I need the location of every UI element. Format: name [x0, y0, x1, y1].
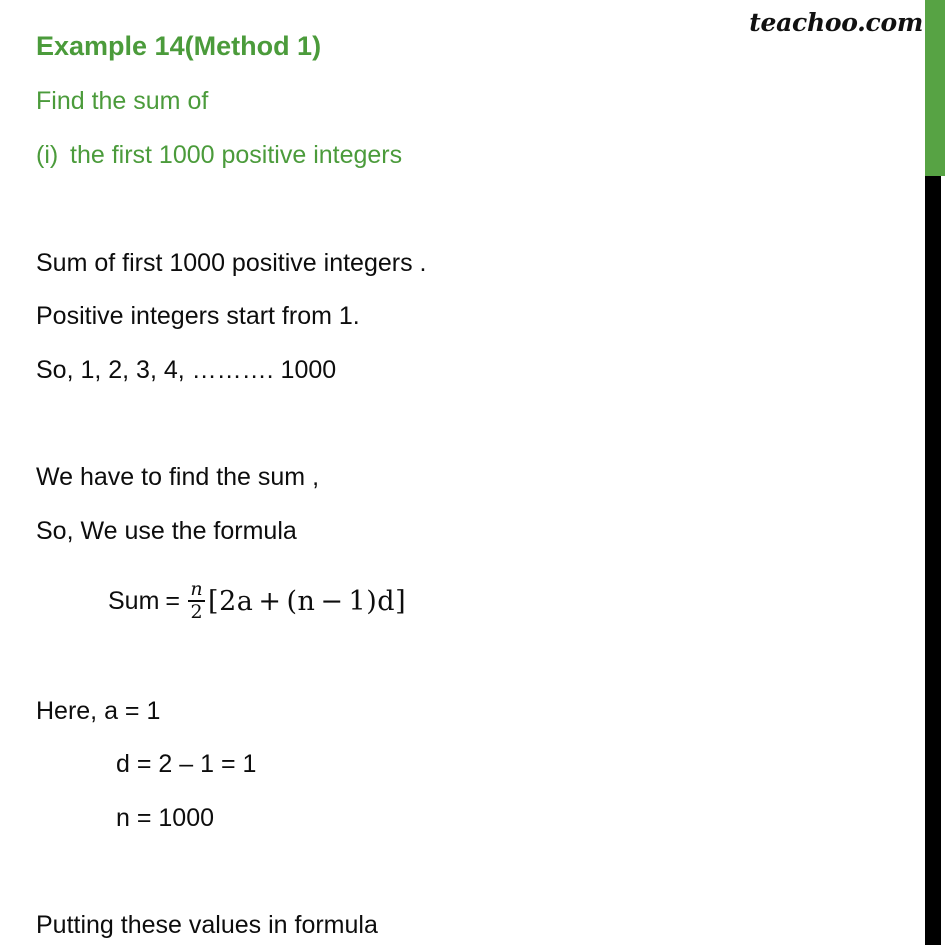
question-item-marker: (i)	[36, 141, 59, 169]
solution-line-3: So, 1, 2, 3, 4, ………. 1000	[36, 356, 337, 384]
solution-line-9: Putting these values in formula	[36, 911, 378, 939]
formula-denominator: 2	[190, 600, 203, 623]
solution-line-4: We have to find the sum ,	[36, 463, 320, 491]
formula-label: Sum	[108, 587, 160, 616]
question-item-i: (i) the first 1000 positive integers	[36, 143, 402, 168]
formula-minus: −	[320, 586, 344, 618]
formula-close-paren: )	[366, 586, 378, 618]
formula-open-paren: (	[286, 586, 298, 618]
given-value-d: d = 2 – 1 = 1	[116, 750, 257, 778]
formula-numerator: n	[190, 578, 203, 600]
solution-line-2: Positive integers start from 1.	[36, 302, 360, 330]
teachoo-watermark: teachoo.com	[749, 8, 923, 37]
page-title: Example 14(Method 1)	[36, 31, 322, 61]
question-item-text: the first 1000 positive integers	[70, 141, 403, 169]
given-value-a: Here, a = 1	[36, 697, 161, 725]
given-value-n: n = 1000	[116, 804, 215, 832]
formula-plus: +	[258, 586, 282, 618]
solution-line-1: Sum of first 1000 positive integers .	[36, 249, 427, 277]
formula-term-2a: 2a	[219, 586, 254, 618]
formula-var-n: n	[297, 586, 316, 618]
formula-var-d: d	[377, 586, 396, 618]
sum-formula: Sum = n 2 [2a +(n −1) d]	[108, 578, 407, 623]
slide-canvas: teachoo.com Example 14(Method 1) Find th…	[0, 0, 945, 945]
question-prompt: Find the sum of	[36, 87, 209, 115]
right-edge-green-bar	[925, 0, 945, 176]
formula-close-bracket: ]	[395, 586, 407, 618]
formula-fraction: n 2	[188, 578, 206, 623]
solution-line-5: So, We use the formula	[36, 517, 297, 545]
right-edge-black-bar	[925, 176, 941, 945]
formula-one: 1	[348, 586, 367, 618]
formula-open-bracket: [	[208, 586, 220, 618]
formula-equals: =	[165, 587, 181, 616]
